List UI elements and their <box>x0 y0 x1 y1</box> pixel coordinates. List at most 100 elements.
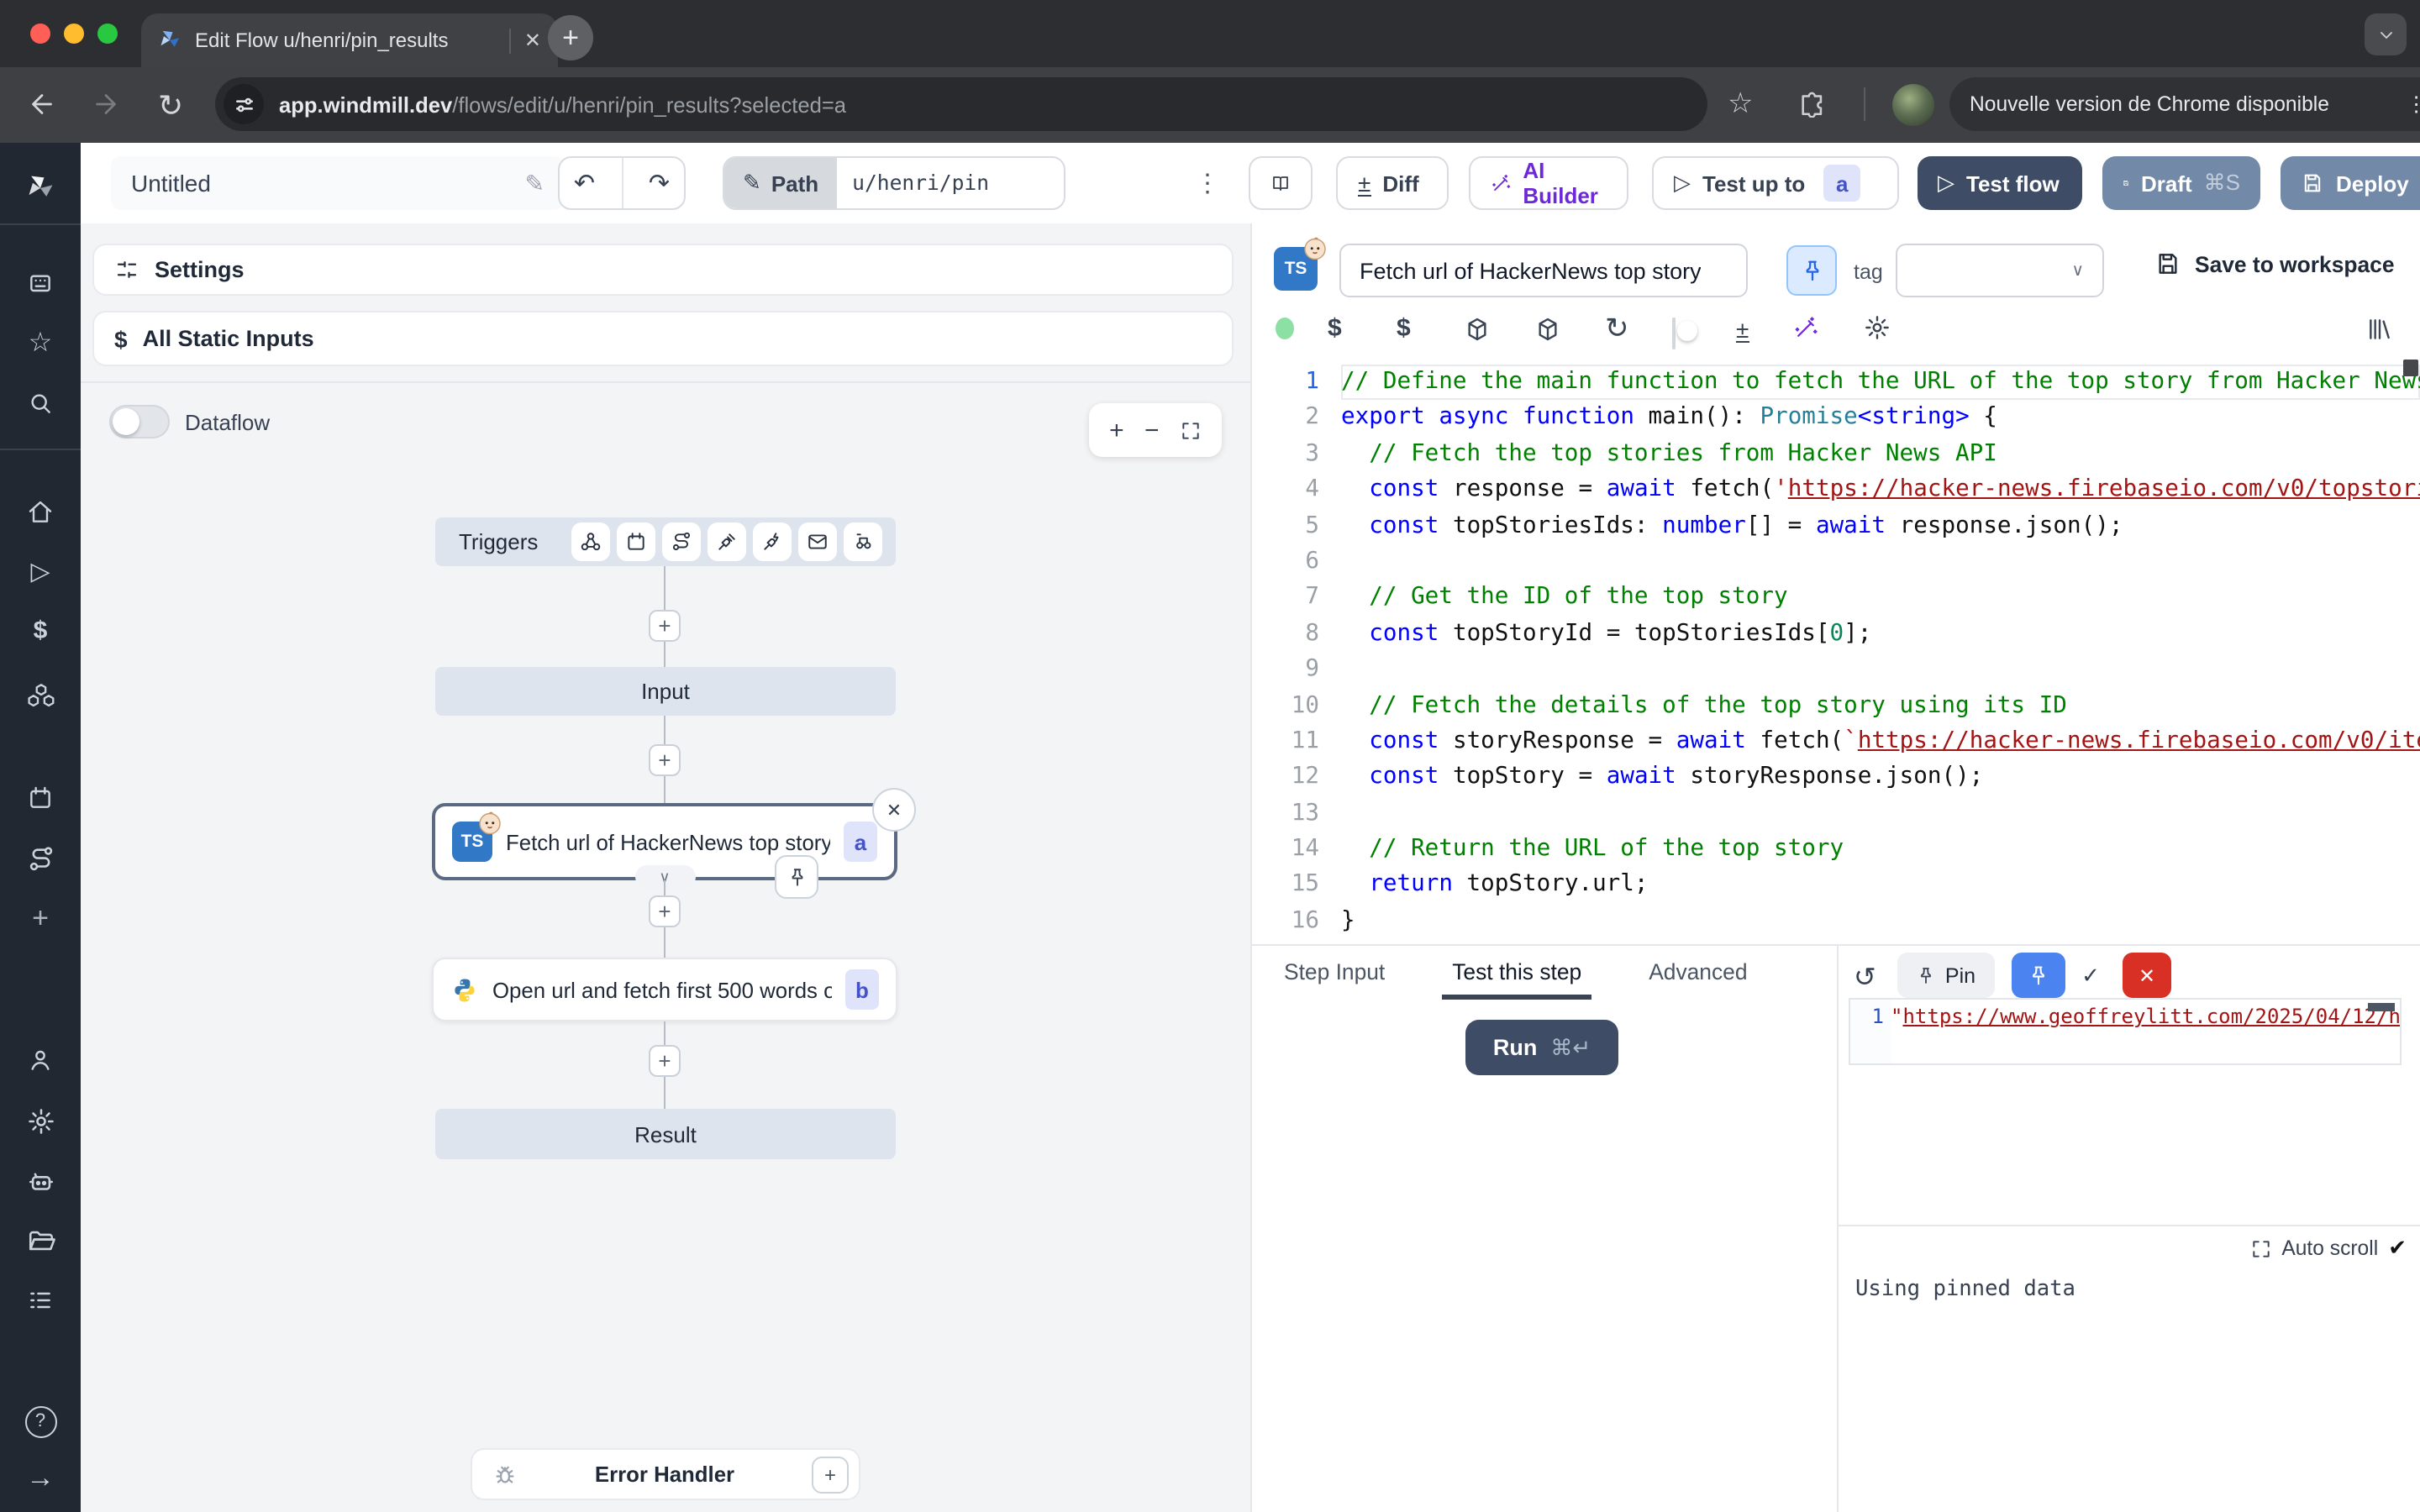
redo-button[interactable]: ↷ <box>634 168 684 198</box>
reload-script-icon[interactable]: ↻ <box>1605 314 1629 343</box>
undo-button[interactable]: ↶ <box>560 168 609 198</box>
editor-settings-gear-icon[interactable] <box>1864 314 1891 341</box>
chrome-menu-kebab-icon[interactable]: ⋮ <box>2406 92 2420 116</box>
pinned-indicator-badge[interactable] <box>775 855 818 899</box>
ai-wand-icon[interactable] <box>1793 316 1818 341</box>
diff-button[interactable]: ± Diff <box>1336 156 1449 210</box>
sidebar-item-workers-robot-icon[interactable] <box>0 1168 81 1196</box>
sidebar-item-search-icon[interactable] <box>0 390 81 417</box>
diff-icon[interactable]: ± <box>1736 318 1749 343</box>
remove-step-button[interactable]: ✕ <box>872 788 916 832</box>
add-step-button[interactable]: + <box>649 895 681 927</box>
flow-settings-row[interactable]: Settings <box>92 244 1234 296</box>
zoom-in-button[interactable]: + <box>1109 416 1124 444</box>
zoom-out-button[interactable]: − <box>1144 416 1160 444</box>
url-bar[interactable]: app.windmill.dev/flows/edit/u/henri/pin_… <box>215 77 1707 131</box>
code-editor[interactable]: 1// Define the main function to fetch th… <box>1252 356 2420 944</box>
docs-book-button[interactable] <box>1249 156 1313 210</box>
add-step-button[interactable]: + <box>649 1045 681 1077</box>
auto-scroll-control[interactable]: Auto scroll ✔ <box>2249 1235 2407 1262</box>
sidebar-item-add-icon[interactable]: + <box>0 904 81 932</box>
more-options-kebab-icon[interactable]: ⋮ <box>1195 168 1220 198</box>
assets-dollar-icon[interactable]: $ <box>1328 316 1342 341</box>
accept-check-button[interactable]: ✓ <box>2072 953 2109 998</box>
sidebar-item-schedules-icon[interactable] <box>0 785 81 811</box>
chrome-update-button[interactable]: Nouvelle version de Chrome disponible ⋮ <box>1949 77 2420 131</box>
draft-button[interactable]: Draft ⌘S <box>2102 156 2260 210</box>
clear-pin-button[interactable]: ✕ <box>2123 953 2171 998</box>
test-up-to-button[interactable]: ▷ Test up to a <box>1652 156 1899 210</box>
variables-dollar-icon[interactable]: $ <box>1397 316 1411 341</box>
dataflow-toggle[interactable] <box>109 405 170 438</box>
tab-advanced[interactable]: Advanced <box>1639 946 1757 1000</box>
sidebar-expand-arrow-icon[interactable]: → <box>0 1463 81 1492</box>
http-route-trigger-icon[interactable] <box>662 522 701 561</box>
pinned-value-editor[interactable]: 1 "https://www.geoffreylitt.com/2025/04/… <box>1849 998 2402 1065</box>
package-icon[interactable] <box>1464 316 1491 343</box>
add-error-handler-button[interactable]: + <box>812 1456 849 1493</box>
result-node[interactable]: Result <box>435 1109 896 1159</box>
sidebar-item-home-icon[interactable] <box>0 499 81 526</box>
step-title-input[interactable]: Fetch url of HackerNews top story <box>1339 244 1748 297</box>
package-icon[interactable] <box>1534 316 1561 343</box>
email-trigger-icon[interactable] <box>798 522 837 561</box>
browser-tab[interactable]: Edit Flow u/henri/pin_results ✕ <box>141 13 558 67</box>
bookmark-star-icon[interactable]: ☆ <box>1728 89 1754 118</box>
path-button[interactable]: ✎ Path u/henri/pin <box>723 156 1065 210</box>
error-handler-node[interactable]: Error Handler + <box>471 1448 860 1500</box>
schedule-trigger-icon[interactable] <box>617 522 655 561</box>
sidebar-item-variables-icon[interactable]: $ <box>0 618 81 643</box>
sidebar-item-runs-icon[interactable]: ▷ <box>0 559 81 585</box>
history-icon[interactable]: ↺ <box>1854 961 1876 995</box>
extensions-puzzle-icon[interactable] <box>1798 89 1827 118</box>
sidebar-item-help-icon[interactable]: ? <box>0 1406 81 1438</box>
forward-icon[interactable] <box>91 89 121 119</box>
webhook-trigger-icon[interactable] <box>571 522 610 561</box>
ai-builder-button[interactable]: AI Builder <box>1469 156 1628 210</box>
sidebar-item-folders-icon[interactable] <box>0 1226 81 1255</box>
test-flow-button[interactable]: ▷ Test flow <box>1918 156 2082 210</box>
input-node[interactable]: Input <box>435 667 896 716</box>
pinned-active-button[interactable] <box>2012 953 2065 998</box>
sidebar-item-workspace[interactable] <box>0 270 81 297</box>
sidebar-item-favorites-star-icon[interactable]: ☆ <box>0 331 81 358</box>
run-button[interactable]: Run ⌘↵ <box>1465 1020 1618 1075</box>
flow-name-input[interactable]: Untitled ✎ <box>111 156 565 210</box>
library-icon[interactable] <box>2366 316 2393 343</box>
save-to-workspace-button[interactable]: Save to workspace <box>2154 237 2395 291</box>
window-close-button[interactable] <box>30 24 50 44</box>
tab-test-this-step[interactable]: Test this step <box>1442 946 1591 1000</box>
sidebar-item-resources-icon[interactable] <box>0 680 81 709</box>
new-tab-button[interactable]: + <box>548 15 593 60</box>
triggers-node[interactable]: Triggers <box>435 517 896 566</box>
step-node-a[interactable]: TS Fetch url of HackerNews top story a ✕… <box>432 803 897 880</box>
tab-step-input[interactable]: Step Input <box>1274 946 1395 1000</box>
editor-scrollbar[interactable] <box>2368 1003 2395 1011</box>
sidebar-item-routes-icon[interactable] <box>0 845 81 874</box>
tab-close-icon[interactable]: ✕ <box>524 30 541 50</box>
back-icon[interactable] <box>27 89 57 119</box>
sidebar-item-logs-list-icon[interactable] <box>0 1287 81 1314</box>
window-zoom-button[interactable] <box>97 24 118 44</box>
site-settings-icon[interactable] <box>224 84 264 124</box>
websocket-trigger-icon[interactable] <box>708 522 746 561</box>
editor-toggle[interactable] <box>1672 318 1676 349</box>
add-step-button[interactable]: + <box>649 744 681 776</box>
pin-step-button[interactable] <box>1786 245 1837 296</box>
reload-icon[interactable]: ↻ <box>158 91 183 121</box>
sidebar-item-settings-gear-icon[interactable] <box>0 1107 81 1136</box>
tab-search-chevron-icon[interactable] <box>2365 13 2407 55</box>
kafka-trigger-icon[interactable] <box>753 522 792 561</box>
step-node-b[interactable]: Open url and fetch first 500 words of ..… <box>432 958 897 1021</box>
profile-avatar[interactable] <box>1892 84 1934 126</box>
edit-pencil-icon[interactable]: ✎ <box>525 169 544 197</box>
sidebar-item-user-icon[interactable] <box>0 1047 81 1074</box>
pin-button[interactable]: Pin <box>1897 953 1995 998</box>
deploy-button[interactable]: Deploy <box>2281 156 2420 210</box>
poll-trigger-icon[interactable] <box>844 522 882 561</box>
window-minimize-button[interactable] <box>64 24 84 44</box>
add-step-button[interactable]: + <box>649 610 681 642</box>
tag-select[interactable]: ∨ <box>1896 244 2104 297</box>
fit-view-icon[interactable] <box>1180 419 1202 441</box>
windmill-logo-icon[interactable] <box>0 173 81 203</box>
